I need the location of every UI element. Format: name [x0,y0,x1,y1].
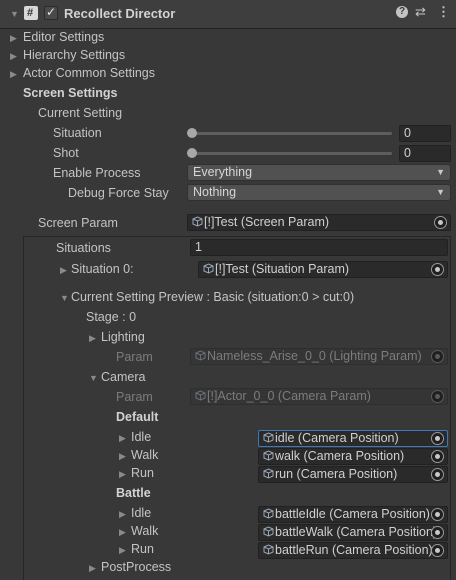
postprocess-foldout[interactable]: PostProcess [101,560,171,574]
actor-common-settings-foldout[interactable]: Actor Common Settings [23,66,155,80]
current-setting-label: Current Setting [38,106,123,120]
enabled-checkbox[interactable]: ✓ [44,5,58,20]
expand-arrow-icon[interactable]: ▶ [10,69,17,80]
object-cube-icon [195,350,206,361]
object-cube-icon [263,508,274,519]
script-icon: # [24,6,38,20]
more-icon[interactable]: ⋮ [437,4,450,20]
battle-heading: Battle [116,486,151,500]
default-walk-foldout[interactable]: Walk [131,448,158,462]
default-idle-foldout[interactable]: Idle [131,430,151,444]
lighting-foldout[interactable]: Lighting [101,330,145,344]
object-cube-icon [263,450,274,461]
battle-run-foldout[interactable]: Run [131,542,154,556]
object-picker-icon[interactable] [431,526,444,539]
screen-param-field[interactable]: [!]Test (Screen Param) [187,214,451,231]
chevron-down-icon: ▼ [436,167,445,177]
component-title: Recollect Director [64,6,176,21]
expand-arrow-icon[interactable]: ▶ [119,451,126,462]
expand-arrow-icon[interactable]: ▶ [119,509,126,520]
enable-process-dropdown[interactable]: Everything ▼ [187,164,451,181]
collapse-arrow-icon[interactable]: ▼ [60,293,69,303]
default-idle-field[interactable]: idle (Camera Position) [258,430,448,447]
battle-idle-field[interactable]: battleIdle (Camera Position) [258,506,448,523]
situation-value-field[interactable]: 0 [399,125,451,142]
object-picker-icon [431,350,444,363]
hierarchy-settings-foldout[interactable]: Hierarchy Settings [23,48,125,62]
object-picker-icon [431,390,444,403]
lighting-param-field: Nameless_Arise_0_0 (Lighting Param) [190,348,448,365]
object-cube-icon [263,468,274,479]
chevron-down-icon: ▼ [436,187,445,197]
situations-count-field[interactable]: 1 [190,239,448,256]
debug-force-stay-label: Debug Force Stay [68,186,169,200]
expand-arrow-icon[interactable]: ▶ [89,333,96,344]
default-heading: Default [116,410,159,424]
battle-walk-field[interactable]: battleWalk (Camera Position) [258,524,448,541]
object-picker-icon[interactable] [431,508,444,521]
object-picker-icon[interactable] [431,450,444,463]
object-cube-icon [263,432,274,443]
default-walk-field[interactable]: walk (Camera Position) [258,448,448,465]
screen-param-label: Screen Param [38,216,118,230]
screen-settings-heading: Screen Settings [23,86,118,100]
collapse-arrow-icon[interactable]: ▼ [89,373,98,383]
lighting-param-label: Param [116,350,153,364]
battle-walk-foldout[interactable]: Walk [131,524,158,538]
situation-0-foldout[interactable]: Situation 0: [71,262,134,276]
shot-slider-track[interactable] [190,152,392,155]
help-icon[interactable]: ? [396,6,408,18]
situation-slider-track[interactable] [190,132,392,135]
expand-arrow-icon[interactable]: ▶ [119,545,126,556]
editor-settings-foldout[interactable]: Editor Settings [23,30,104,44]
shot-value-field[interactable]: 0 [399,145,451,162]
object-cube-icon [263,544,274,555]
battle-idle-foldout[interactable]: Idle [131,506,151,520]
situation-slider-handle[interactable] [187,128,197,138]
object-cube-icon [195,390,206,401]
shot-label: Shot [53,146,79,160]
object-cube-icon [263,526,274,537]
expand-arrow-icon[interactable]: ▶ [10,33,17,44]
expand-arrow-icon[interactable]: ▶ [10,51,17,62]
current-setting-preview-foldout[interactable]: Current Setting Preview : Basic (situati… [71,290,354,304]
expand-arrow-icon[interactable]: ▶ [119,469,126,480]
object-picker-icon[interactable] [431,468,444,481]
enable-process-label: Enable Process [53,166,141,180]
expand-arrow-icon[interactable]: ▶ [119,527,126,538]
default-run-foldout[interactable]: Run [131,466,154,480]
expand-arrow-icon[interactable]: ▶ [119,433,126,444]
camera-foldout[interactable]: Camera [101,370,145,384]
default-run-field[interactable]: run (Camera Position) [258,466,448,483]
expand-arrow-icon[interactable]: ▶ [89,563,96,574]
situation-label: Situation [53,126,102,140]
object-picker-icon[interactable] [431,544,444,557]
debug-force-stay-dropdown[interactable]: Nothing ▼ [187,184,451,201]
expand-arrow-icon[interactable]: ▶ [60,265,67,276]
object-picker-icon[interactable] [431,263,444,276]
object-cube-icon [203,263,214,274]
object-picker-icon[interactable] [434,216,447,229]
collapse-arrow-icon[interactable]: ▼ [10,9,19,19]
situation-0-field[interactable]: [!]Test (Situation Param) [198,261,448,278]
camera-param-field: [!]Actor_0_0 (Camera Param) [190,388,448,405]
shot-slider-handle[interactable] [187,148,197,158]
battle-run-field[interactable]: battleRun (Camera Position) [258,542,448,559]
situations-label: Situations [56,241,111,255]
object-picker-icon[interactable] [431,432,444,445]
stage-label: Stage : 0 [86,310,137,324]
object-cube-icon [192,216,203,227]
presets-icon[interactable]: ⇄ [415,4,426,20]
camera-param-label: Param [116,390,153,404]
